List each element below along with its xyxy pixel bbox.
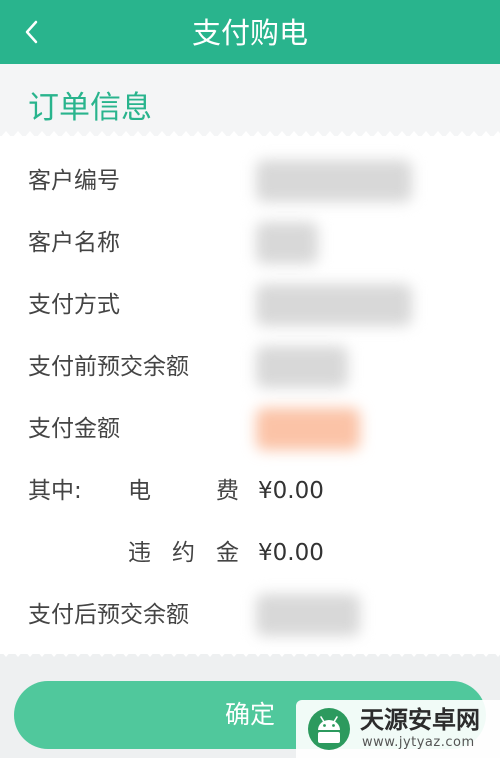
row-balance-after: 支付后预交余额: [0, 590, 500, 640]
balance-before-value-redacted: [256, 346, 348, 388]
payment-method-label: 支付方式: [28, 292, 120, 318]
customer-id-value-redacted: [256, 160, 412, 202]
section-header: 订单信息: [0, 64, 500, 136]
balance-after-value-redacted: [256, 594, 360, 636]
pay-amount-label: 支付金额: [28, 416, 120, 442]
site-watermark: 天源安卓网 www.jytyaz.com: [296, 700, 500, 758]
row-breakdown-electricity: 其中: 电 费 ¥0.00: [0, 466, 500, 516]
row-balance-before: 支付前预交余额: [0, 342, 500, 392]
row-pay-amount: 支付金额: [0, 404, 500, 454]
watermark-site-name: 天源安卓网: [360, 706, 480, 734]
balance-after-label: 支付后预交余额: [28, 602, 189, 628]
zigzag-edge-bottom: [0, 650, 500, 657]
penalty-label-char-1: 违: [128, 540, 151, 566]
penalty-label-char-3: 金: [216, 540, 239, 566]
electricity-label-char-2: 费: [216, 478, 239, 504]
customer-name-label: 客户名称: [28, 230, 120, 256]
payment-method-value-redacted: [256, 284, 412, 326]
breakdown-label: 其中:: [28, 478, 82, 504]
row-breakdown-penalty: 违 约 金 ¥0.00: [0, 528, 500, 578]
android-logo-icon: [308, 708, 350, 750]
penalty-label-char-2: 约: [172, 540, 195, 566]
customer-id-label: 客户编号: [28, 168, 120, 194]
page-title: 支付购电: [191, 16, 308, 50]
electricity-amount: ¥0.00: [258, 478, 324, 504]
balance-before-label: 支付前预交余额: [28, 354, 189, 380]
row-customer-id: 客户编号: [0, 156, 500, 206]
row-customer-name: 客户名称: [0, 218, 500, 268]
section-title: 订单信息: [28, 90, 152, 126]
watermark-site-url: www.jytyaz.com: [362, 735, 475, 750]
pay-amount-value-redacted: [256, 408, 360, 450]
customer-name-value-redacted: [256, 222, 318, 264]
penalty-amount: ¥0.00: [258, 540, 324, 566]
electricity-label-char-1: 电: [128, 478, 151, 504]
order-info-card: 客户编号 客户名称 支付方式 支付前预交余额 支付金额 其中: 电 费 ¥0.0…: [0, 136, 500, 654]
app-header: 支付购电: [0, 0, 500, 64]
row-payment-method: 支付方式: [0, 280, 500, 330]
